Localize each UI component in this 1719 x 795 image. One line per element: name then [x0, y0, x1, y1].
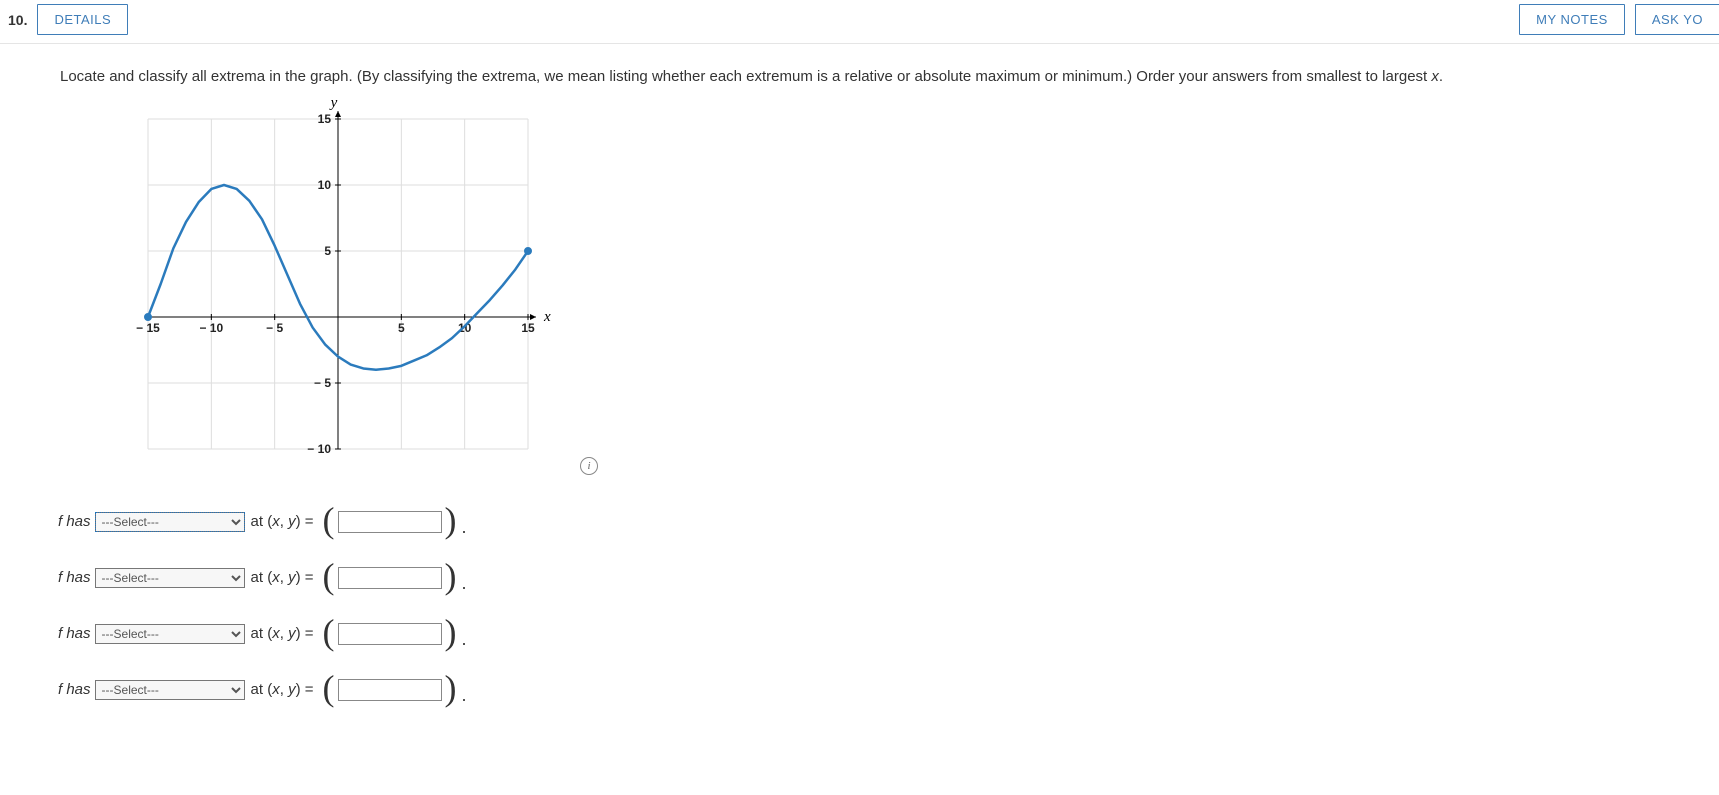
svg-text:15: 15 — [318, 112, 332, 126]
at-xy-label: at (x, y) = — [251, 513, 314, 530]
prompt-end: . — [1439, 68, 1443, 85]
at-xy-label: at (x, y) = — [251, 625, 314, 642]
period: . — [462, 573, 467, 594]
extrema-select-wrap: ---Select--- — [95, 568, 245, 588]
extrema-select-wrap: ---Select--- — [95, 680, 245, 700]
svg-text:x: x — [543, 309, 551, 325]
at-xy-label: at (x, y) = — [251, 569, 314, 586]
extrema-select[interactable]: ---Select--- — [95, 624, 245, 644]
answer-rows: f has ---Select--- at (x, y) = (). f has … — [58, 497, 1719, 715]
info-icon[interactable]: i — [580, 457, 598, 475]
xy-input[interactable] — [338, 679, 442, 701]
question-content: Locate and classify all extrema in the g… — [0, 44, 1719, 715]
at-xy-label: at (x, y) = — [251, 681, 314, 698]
extrema-select[interactable]: ---Select--- — [95, 680, 245, 700]
extrema-select[interactable]: ---Select--- — [95, 568, 245, 588]
svg-text:− 10: − 10 — [307, 442, 331, 456]
svg-text:y: y — [329, 99, 338, 111]
period: . — [462, 517, 467, 538]
answer-row: f has ---Select--- at (x, y) = (). — [58, 497, 1719, 547]
svg-text:− 15: − 15 — [136, 321, 160, 335]
answer-row: f has ---Select--- at (x, y) = (). — [58, 609, 1719, 659]
extrema-select[interactable]: ---Select--- — [95, 512, 245, 532]
period: . — [462, 629, 467, 650]
question-header: 10. DETAILS MY NOTES ASK YO — [0, 0, 1719, 44]
svg-text:− 5: − 5 — [314, 376, 331, 390]
extrema-select-wrap: ---Select--- — [95, 512, 245, 532]
f-has-label: f has — [58, 513, 91, 530]
svg-text:15: 15 — [521, 321, 535, 335]
question-number: 10. — [8, 4, 37, 28]
svg-text:− 5: − 5 — [266, 321, 283, 335]
svg-text:10: 10 — [318, 178, 332, 192]
f-has-label: f has — [58, 569, 91, 586]
ask-teacher-button[interactable]: ASK YO — [1635, 4, 1719, 35]
answer-row: f has ---Select--- at (x, y) = (). — [58, 665, 1719, 715]
my-notes-button[interactable]: MY NOTES — [1519, 4, 1625, 35]
svg-text:5: 5 — [398, 321, 405, 335]
svg-text:− 10: − 10 — [199, 321, 223, 335]
extrema-select-wrap: ---Select--- — [95, 624, 245, 644]
question-prompt: Locate and classify all extrema in the g… — [60, 66, 1719, 89]
details-button[interactable]: DETAILS — [37, 4, 128, 35]
chart-svg: − 15 − 10 − 5 5 10 15 − 10 − 5 5 10 15 x y — [98, 99, 558, 479]
svg-text:10: 10 — [458, 321, 472, 335]
xy-input[interactable] — [338, 511, 442, 533]
prompt-text: Locate and classify all extrema in the g… — [60, 68, 1431, 85]
f-has-label: f has — [58, 681, 91, 698]
period: . — [462, 685, 467, 706]
xy-input[interactable] — [338, 623, 442, 645]
svg-text:5: 5 — [324, 244, 331, 258]
f-has-label: f has — [58, 625, 91, 642]
xy-input[interactable] — [338, 567, 442, 589]
graph: − 15− 10− 551015− 10− 551015xy i — [98, 99, 558, 479]
right-buttons: MY NOTES ASK YO — [1519, 4, 1719, 35]
answer-row: f has ---Select--- at (x, y) = (). — [58, 553, 1719, 603]
prompt-var: x — [1431, 68, 1439, 85]
